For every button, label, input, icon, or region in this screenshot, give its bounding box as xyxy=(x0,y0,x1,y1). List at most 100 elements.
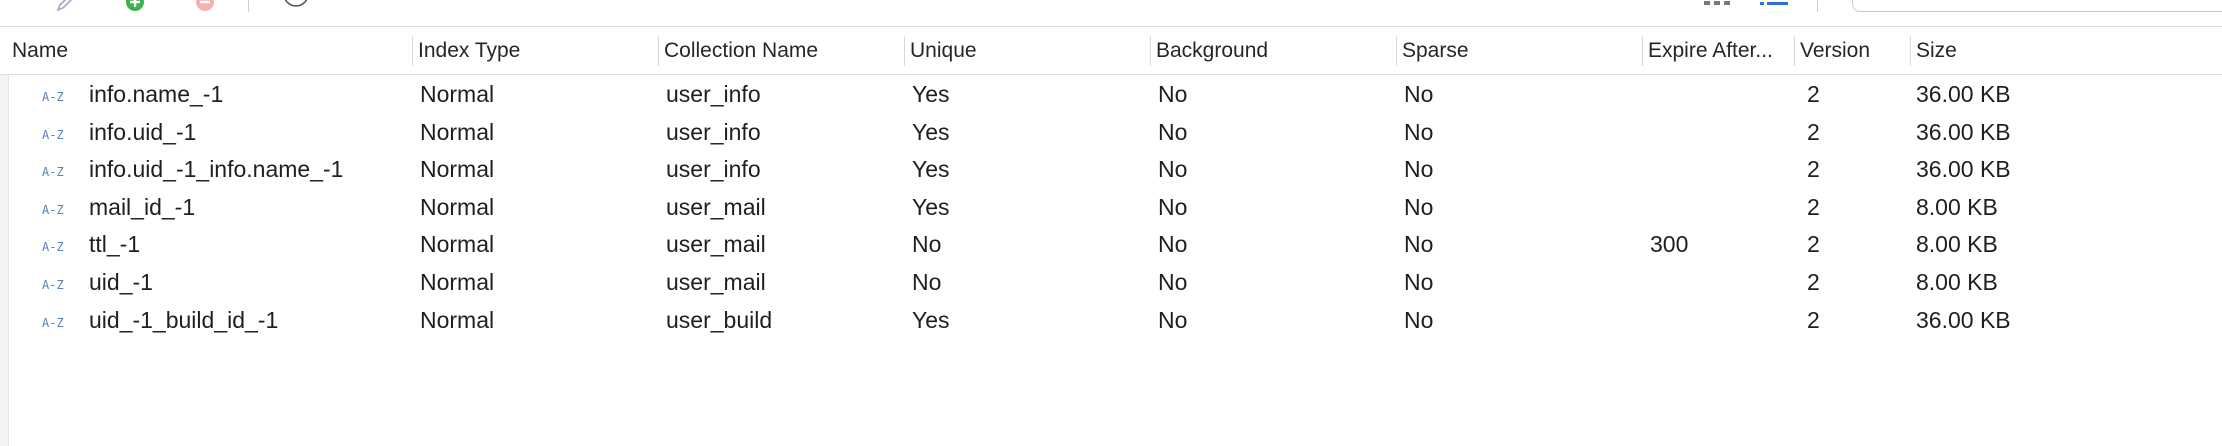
collection-name: user_info xyxy=(666,118,761,145)
svg-text:A-Z: A-Z xyxy=(42,128,64,141)
table-header: Name Index Type Collection Name Unique B… xyxy=(0,27,2222,75)
index-type: Normal xyxy=(420,193,495,220)
collection-name: user_info xyxy=(666,81,761,107)
index-name: mail_id_-1 xyxy=(89,193,196,220)
column-divider[interactable] xyxy=(658,36,659,66)
index-type: Normal xyxy=(420,268,495,295)
column-divider[interactable] xyxy=(1910,36,1911,66)
sparse-value: No xyxy=(1404,156,1434,183)
grid-view-icon[interactable] xyxy=(1702,0,1732,6)
column-header-size[interactable]: Size xyxy=(1912,27,2212,74)
unique-value: Yes xyxy=(912,81,950,107)
svg-text:A-Z: A-Z xyxy=(42,278,64,291)
collection-name: user_info xyxy=(666,156,761,183)
sparse-value: No xyxy=(1404,268,1434,295)
unique-value: Yes xyxy=(912,156,950,183)
index-name: uid_-1 xyxy=(89,268,153,295)
index-name: uid_-1_build_id_-1 xyxy=(89,306,279,333)
index-name: info.uid_-1_info.name_-1 xyxy=(89,156,344,183)
background-value: No xyxy=(1158,193,1188,220)
svg-text:A-Z: A-Z xyxy=(42,316,64,329)
unique-value: No xyxy=(912,268,942,295)
expire-after-value: 300 xyxy=(1650,231,1689,258)
index-type: Normal xyxy=(420,156,495,183)
table-row[interactable]: A-Z info.uid_-1_info.name_-1 Normal user… xyxy=(0,151,2222,189)
toolbar xyxy=(0,0,2222,27)
column-header-name[interactable]: Name xyxy=(8,27,412,74)
sparse-value: No xyxy=(1404,118,1434,145)
svg-text:A-Z: A-Z xyxy=(42,90,64,103)
column-header-index-type[interactable]: Index Type xyxy=(414,27,658,74)
info-icon[interactable] xyxy=(283,0,309,8)
add-index-icon[interactable] xyxy=(124,0,146,13)
version-value: 2 xyxy=(1807,268,1820,295)
table-row[interactable]: A-Z mail_id_-1 Normal user_mail Yes No N… xyxy=(0,189,2222,227)
version-value: 2 xyxy=(1807,193,1820,220)
column-divider[interactable] xyxy=(1794,36,1795,66)
size-value: 8.00 KB xyxy=(1916,231,1998,258)
column-header-sparse[interactable]: Sparse xyxy=(1398,27,1642,74)
background-value: No xyxy=(1158,306,1188,333)
list-view-icon[interactable] xyxy=(1758,0,1790,8)
column-divider[interactable] xyxy=(412,36,413,66)
size-value: 8.00 KB xyxy=(1916,193,1998,220)
version-value: 2 xyxy=(1807,306,1820,333)
version-value: 2 xyxy=(1807,156,1820,183)
collection-name: user_mail xyxy=(666,193,766,220)
collection-name: user_build xyxy=(666,306,773,333)
sparse-value: No xyxy=(1404,193,1434,220)
column-header-collection-name[interactable]: Collection Name xyxy=(660,27,904,74)
column-header-expire-after[interactable]: Expire After... xyxy=(1644,27,1794,74)
column-header-version[interactable]: Version xyxy=(1796,27,1910,74)
a-z-sort-icon: A-Z xyxy=(42,127,76,142)
column-divider[interactable] xyxy=(904,36,905,66)
table-row[interactable]: A-Z info.name_-1 Normal user_info Yes No… xyxy=(0,76,2222,114)
column-divider[interactable] xyxy=(1396,36,1397,66)
edit-index-icon[interactable] xyxy=(55,0,77,12)
size-value: 36.00 KB xyxy=(1916,156,2011,183)
version-value: 2 xyxy=(1807,118,1820,145)
table-row[interactable]: A-Z info.uid_-1 Normal user_info Yes No … xyxy=(0,114,2222,152)
background-value: No xyxy=(1158,268,1188,295)
a-z-sort-icon: A-Z xyxy=(42,164,76,179)
table-row[interactable]: A-Z uid_-1 Normal user_mail No No No 2 8… xyxy=(0,264,2222,302)
index-name: info.name_-1 xyxy=(89,81,224,107)
size-value: 36.00 KB xyxy=(1916,118,2011,145)
index-type: Normal xyxy=(420,306,495,333)
index-name: info.uid_-1 xyxy=(89,118,197,145)
background-value: No xyxy=(1158,231,1188,258)
sparse-value: No xyxy=(1404,81,1434,107)
index-type: Normal xyxy=(420,118,495,145)
column-divider[interactable] xyxy=(1642,36,1643,66)
size-value: 8.00 KB xyxy=(1916,268,1998,295)
a-z-sort-icon: A-Z xyxy=(42,315,76,330)
table-row[interactable]: A-Z uid_-1_build_id_-1 Normal user_build… xyxy=(0,302,2222,340)
collection-name: user_mail xyxy=(666,231,766,258)
unique-value: Yes xyxy=(912,193,950,220)
sparse-value: No xyxy=(1404,231,1434,258)
unique-value: Yes xyxy=(912,118,950,145)
size-value: 36.00 KB xyxy=(1916,81,2011,107)
collection-name: user_mail xyxy=(666,268,766,295)
column-header-background[interactable]: Background xyxy=(1152,27,1396,74)
search-icon xyxy=(1867,0,1885,9)
a-z-sort-icon: A-Z xyxy=(42,277,76,292)
background-value: No xyxy=(1158,81,1188,107)
column-divider[interactable] xyxy=(1150,36,1151,66)
unique-value: No xyxy=(912,231,942,258)
a-z-sort-icon: A-Z xyxy=(42,239,76,254)
a-z-sort-icon: A-Z xyxy=(42,202,76,217)
table-row[interactable]: A-Z ttl_-1 Normal user_mail No No No 300… xyxy=(0,226,2222,264)
size-value: 36.00 KB xyxy=(1916,306,2011,333)
column-header-unique[interactable]: Unique xyxy=(906,27,1150,74)
index-name: ttl_-1 xyxy=(89,231,141,258)
toolbar-divider xyxy=(248,0,249,12)
background-value: No xyxy=(1158,118,1188,145)
version-value: 2 xyxy=(1807,81,1820,107)
svg-text:A-Z: A-Z xyxy=(42,203,64,216)
sparse-value: No xyxy=(1404,306,1434,333)
delete-index-icon[interactable] xyxy=(194,0,216,13)
unique-value: Yes xyxy=(912,306,950,333)
search-input[interactable] xyxy=(1852,0,2222,12)
a-z-sort-icon: A-Z xyxy=(42,89,76,104)
